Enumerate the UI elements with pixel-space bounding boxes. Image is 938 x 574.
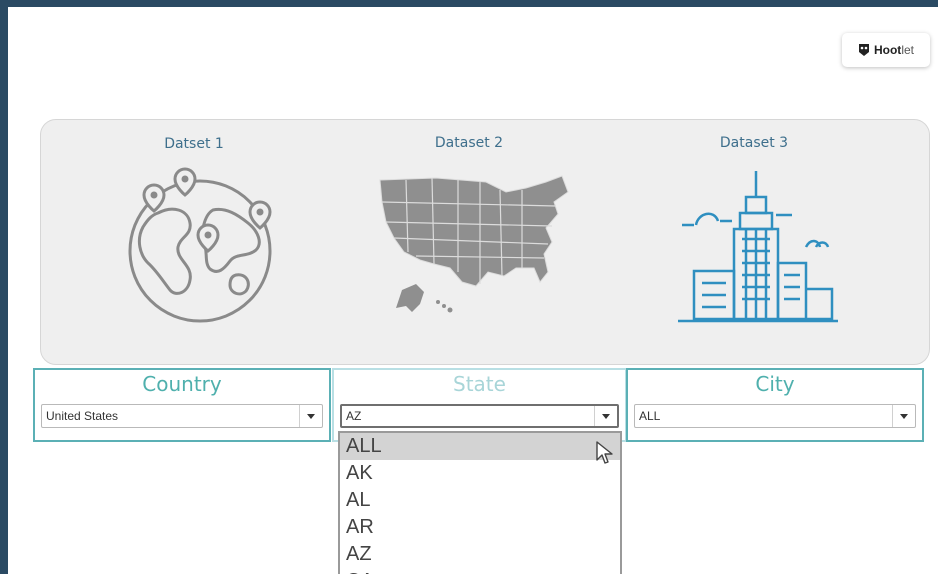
state-select-value: AZ bbox=[346, 409, 362, 423]
city-filter: City ALL bbox=[626, 368, 924, 442]
mouse-cursor-icon bbox=[596, 441, 613, 464]
dropdown-option-az[interactable]: AZ bbox=[340, 541, 620, 568]
dataset-3-title: Dataset 3 bbox=[719, 135, 789, 151]
dropdown-option-ar[interactable]: AR bbox=[340, 514, 620, 541]
country-select[interactable]: United States bbox=[41, 404, 323, 428]
hootlet-button[interactable]: Hootlet bbox=[842, 33, 930, 67]
state-select[interactable]: AZ bbox=[340, 404, 619, 428]
us-map-icon[interactable] bbox=[376, 172, 572, 322]
hootlet-logo-icon bbox=[858, 43, 870, 57]
dataset-2-title: Dataset 2 bbox=[434, 135, 504, 151]
state-label: State bbox=[453, 372, 506, 396]
chevron-down-icon[interactable] bbox=[594, 406, 617, 426]
dropdown-option-all[interactable]: ALL bbox=[340, 433, 620, 460]
chevron-down-icon[interactable] bbox=[299, 405, 322, 427]
city-select-value: ALL bbox=[639, 409, 661, 423]
city-skyline-icon[interactable] bbox=[676, 167, 840, 329]
country-label: Country bbox=[142, 372, 222, 396]
city-select[interactable]: ALL bbox=[634, 404, 916, 428]
globe-pins-icon[interactable] bbox=[118, 165, 278, 325]
dropdown-option-al[interactable]: AL bbox=[340, 487, 620, 514]
dropdown-option-ak[interactable]: AK bbox=[340, 460, 620, 487]
app-window: Hootlet Datset 1 Dataset 2 Dataset 3 Cou… bbox=[8, 7, 938, 574]
dropdown-option-ca[interactable]: CA bbox=[340, 568, 620, 574]
country-filter: Country United States bbox=[33, 368, 331, 442]
country-select-value: United States bbox=[46, 409, 119, 423]
dataset-1-title: Datset 1 bbox=[164, 136, 224, 152]
city-label: City bbox=[755, 372, 795, 396]
chevron-down-icon[interactable] bbox=[892, 405, 915, 427]
state-dropdown-list[interactable]: ALL AK AL AR AZ CA bbox=[338, 431, 622, 574]
hootlet-brand: Hootlet bbox=[873, 43, 914, 57]
